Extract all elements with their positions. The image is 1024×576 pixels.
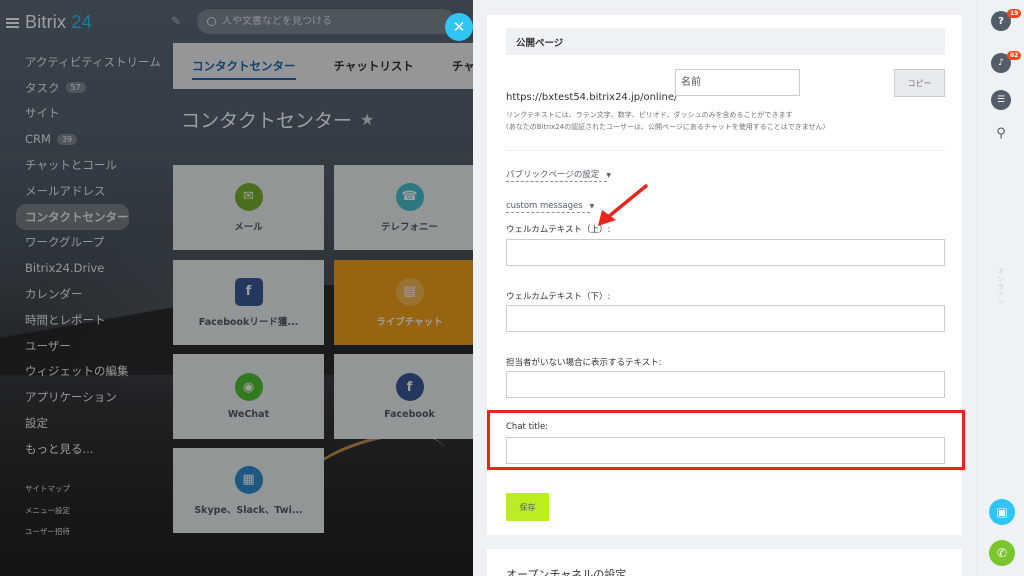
caret-down-icon: ▼ (606, 172, 611, 179)
call-icon[interactable]: ✆ (989, 540, 1015, 566)
welcome-top-input[interactable] (506, 239, 945, 266)
no-agent-text-input[interactable] (506, 371, 945, 398)
welcome-bottom-label: ウェルカムテキスト（下）: (506, 292, 611, 302)
welcome-top-label: ウェルカムテキスト（上）: (506, 225, 611, 235)
chat-title-label: Chat title: (506, 422, 549, 432)
close-icon: ✕ (452, 18, 466, 36)
custom-messages-toggle[interactable]: custom messages ▼ (506, 201, 594, 213)
document-icon[interactable]: ▣ (989, 499, 1015, 525)
chat-title-input[interactable] (506, 437, 945, 464)
public-url-prefix: https://bxtest54.bitrix24.jp/online/ (506, 92, 678, 103)
section-header: 公開ページ (506, 28, 945, 55)
no-agent-text-label: 担当者がいない場合に表示するテキスト: (506, 358, 662, 368)
chat-bubble-icon[interactable]: ☰ (991, 90, 1011, 110)
right-rail: ? 19 ♪ 62 ☰ ⚲ オンライン ▣ ✆ (977, 0, 1024, 576)
public-page-settings-toggle[interactable]: パブリックページの設定 ▼ (506, 168, 611, 182)
settings-slider: 公開ページ https://bxtest54.bitrix24.jp/onlin… (473, 0, 977, 576)
divider (506, 150, 945, 151)
help-count-badge: 19 (1007, 9, 1022, 18)
welcome-bottom-input[interactable] (506, 305, 945, 332)
save-button[interactable]: 保存 (506, 493, 549, 521)
copy-button[interactable]: コピー (894, 69, 945, 97)
open-channel-card: オープンチャネルの設定 (487, 549, 962, 576)
search-icon[interactable]: ⚲ (991, 123, 1011, 143)
public-page-name-input[interactable] (675, 69, 800, 96)
open-channel-settings-title: オープンチャネルの設定 (506, 568, 627, 576)
settings-card: 公開ページ https://bxtest54.bitrix24.jp/onlin… (487, 15, 965, 535)
notify-count-badge: 62 (1007, 51, 1022, 60)
link-hint: リンクテキストには、ラテン文字、数字、ピリオド、ダッシュのみを含めることができま… (506, 111, 826, 131)
online-vertical-label: オンライン (996, 268, 1004, 306)
dim-overlay[interactable] (0, 0, 473, 576)
close-slider-button[interactable]: ✕ (445, 13, 473, 41)
